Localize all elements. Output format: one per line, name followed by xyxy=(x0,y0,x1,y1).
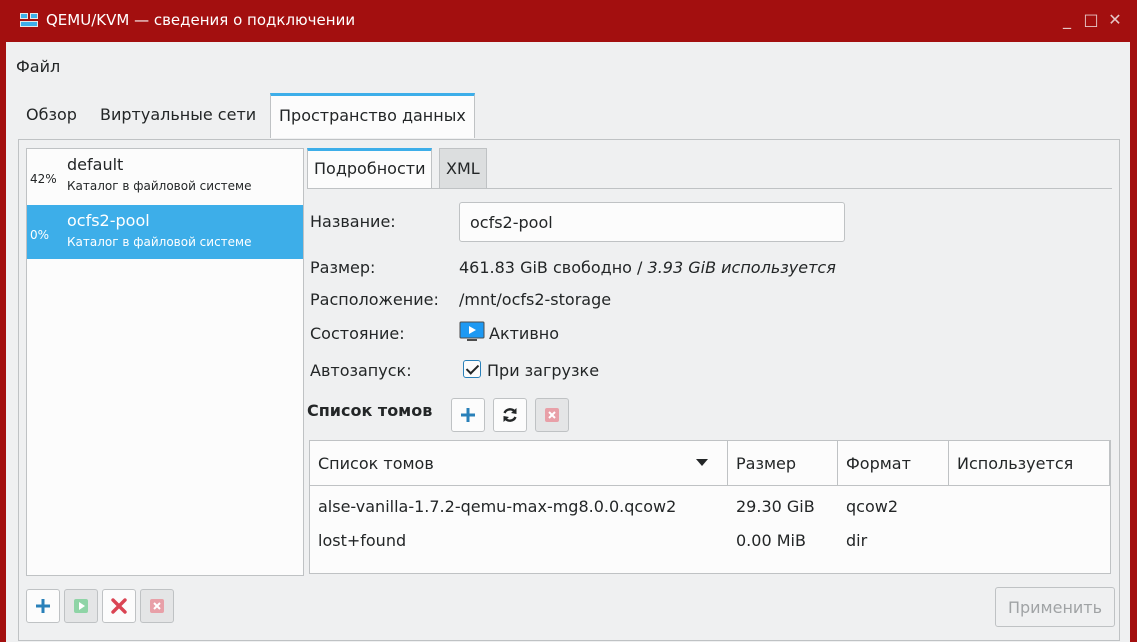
size-label: Размер: xyxy=(310,258,376,277)
volume-size: 29.30 GiB xyxy=(736,497,815,516)
plus-icon xyxy=(36,599,50,613)
autostart-label: Автозапуск: xyxy=(310,361,412,380)
volume-format: qcow2 xyxy=(846,497,899,516)
sort-arrow-icon xyxy=(696,459,708,466)
virt-manager-icon xyxy=(20,13,38,27)
volume-format: dir xyxy=(846,531,868,550)
autostart-value: При загрузке xyxy=(487,361,600,380)
tab-virtual-networks[interactable]: Виртуальные сети xyxy=(92,93,264,137)
close-button[interactable]: ✕ xyxy=(1106,11,1124,29)
stop-icon xyxy=(111,598,127,614)
tab-overview[interactable]: Обзор xyxy=(18,93,85,137)
pool-item-ocfs2-pool[interactable]: 0% ocfs2-pool Каталог в файловой системе xyxy=(27,205,303,259)
volume-size: 0.00 MiB xyxy=(736,531,806,550)
state-value: Активно xyxy=(489,324,560,343)
pool-name: default xyxy=(67,155,124,174)
name-label: Название: xyxy=(310,212,396,231)
pool-description: Каталог в файловой системе xyxy=(67,179,252,193)
tab-separator xyxy=(307,188,1112,189)
volume-name: alse-vanilla-1.7.2-qemu-max-mg8.0.0.qcow… xyxy=(318,497,677,516)
pool-description: Каталог в файловой системе xyxy=(67,235,252,249)
autostart-checkbox[interactable] xyxy=(463,360,481,378)
pool-item-default[interactable]: 42% default Каталог в файловой системе xyxy=(27,149,303,203)
state-label: Состояние: xyxy=(310,324,405,343)
minimize-button[interactable]: _ xyxy=(1058,11,1076,29)
size-value: 461.83 GiB свободно / 3.93 GiB используе… xyxy=(459,258,836,277)
delete-icon xyxy=(545,408,559,422)
location-value: /mnt/ocfs2-storage xyxy=(459,290,612,309)
volume-name: lost+found xyxy=(318,531,407,550)
delete-volume-button[interactable] xyxy=(535,398,569,432)
add-pool-button[interactable] xyxy=(26,589,60,623)
play-icon xyxy=(74,599,88,613)
pool-name: ocfs2-pool xyxy=(67,211,150,230)
title-bar[interactable]: QEMU/KVM — сведения о подключении _ □ ✕ xyxy=(6,0,1130,42)
stop-pool-button[interactable] xyxy=(102,589,136,623)
menu-file[interactable]: Файл xyxy=(16,57,60,76)
apply-button[interactable]: Применить xyxy=(995,587,1115,627)
pool-usage-percent: 0% xyxy=(30,228,50,242)
pool-name-input[interactable] xyxy=(459,202,845,242)
start-pool-button[interactable] xyxy=(64,589,98,623)
column-header-name[interactable]: Список томов xyxy=(310,441,728,486)
volume-table[interactable]: Список томов Размер Формат Используется … xyxy=(309,440,1111,574)
refresh-volumes-button[interactable] xyxy=(493,398,527,432)
column-header-format[interactable]: Формат xyxy=(838,441,949,486)
refresh-icon xyxy=(503,408,517,422)
delete-icon xyxy=(150,599,164,613)
tab-details[interactable]: Подробности xyxy=(307,148,433,188)
connection-details-window: QEMU/KVM — сведения о подключении _ □ ✕ … xyxy=(6,0,1130,642)
column-header-used[interactable]: Используется xyxy=(949,441,1110,486)
pool-usage-percent: 42% xyxy=(30,172,57,186)
column-header-size[interactable]: Размер xyxy=(728,441,838,486)
location-label: Расположение: xyxy=(310,290,439,309)
storage-pane: 42% default Каталог в файловой системе 0… xyxy=(18,139,1120,641)
size-free: 461.83 GiB свободно / xyxy=(459,258,648,277)
volumes-header: Список томов xyxy=(307,401,433,420)
maximize-button[interactable]: □ xyxy=(1082,11,1100,29)
column-header-label: Список томов xyxy=(318,454,434,473)
menu-bar: Файл xyxy=(6,42,1130,92)
active-state-icon xyxy=(459,321,485,341)
size-used: 3.93 GiB используется xyxy=(647,258,836,277)
window-title: QEMU/KVM — сведения о подключении xyxy=(46,11,356,29)
plus-icon xyxy=(461,408,475,422)
tab-xml[interactable]: XML xyxy=(439,148,487,188)
delete-pool-button[interactable] xyxy=(140,589,174,623)
add-volume-button[interactable] xyxy=(451,398,485,432)
tab-storage[interactable]: Пространство данных xyxy=(270,93,475,138)
pool-list[interactable]: 42% default Каталог в файловой системе 0… xyxy=(26,148,304,576)
